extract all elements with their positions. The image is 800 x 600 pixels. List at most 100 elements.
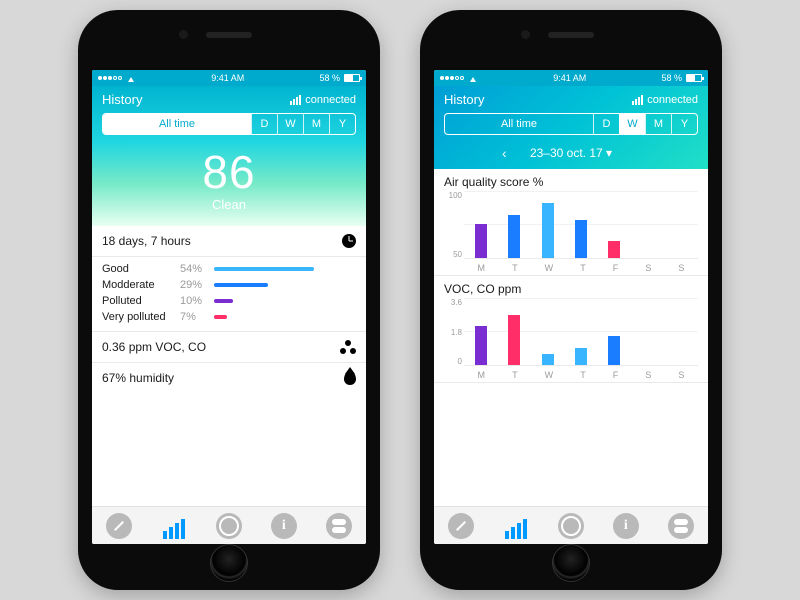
tab-gauge[interactable] bbox=[448, 513, 474, 539]
status-bar: 9:41 AM 58 % bbox=[92, 70, 366, 86]
chart-bar bbox=[574, 220, 588, 258]
legend-label: Very polluted bbox=[102, 311, 180, 323]
humidity-text: 67% humidity bbox=[102, 371, 174, 385]
tab-globe[interactable] bbox=[558, 513, 584, 539]
water-drop-icon bbox=[344, 371, 356, 385]
battery-icon bbox=[344, 74, 360, 82]
tab-settings[interactable] bbox=[326, 513, 352, 539]
page-title: History bbox=[444, 92, 484, 107]
tab-history[interactable] bbox=[503, 513, 529, 539]
status-time: 9:41 AM bbox=[553, 73, 586, 83]
x-tick: W bbox=[545, 370, 554, 380]
voc-row[interactable]: 0.36 ppm VOC, CO bbox=[92, 332, 366, 363]
home-button[interactable] bbox=[552, 544, 590, 582]
y-axis-labels: 10050 bbox=[444, 191, 462, 259]
x-tick: S bbox=[645, 263, 651, 273]
status-time: 9:41 AM bbox=[211, 73, 244, 83]
segment-day[interactable]: D bbox=[593, 114, 619, 134]
segment-week[interactable]: W bbox=[619, 114, 645, 134]
page-title: History bbox=[102, 92, 142, 107]
chart-bar bbox=[541, 354, 555, 365]
chart-title: VOC, CO ppm bbox=[444, 282, 698, 296]
segment-month[interactable]: M bbox=[303, 114, 329, 134]
legend-percent: 7% bbox=[180, 311, 214, 323]
tab-info[interactable] bbox=[271, 513, 297, 539]
legend-bar bbox=[214, 299, 233, 303]
y-axis-labels: 3.61.80 bbox=[444, 298, 462, 366]
battery-icon bbox=[686, 74, 702, 82]
chart-bar bbox=[541, 203, 555, 258]
legend-bar bbox=[214, 283, 268, 287]
chart-bar bbox=[507, 315, 521, 365]
molecule-icon bbox=[340, 340, 356, 354]
air-quality-label: Clean bbox=[92, 197, 366, 212]
segment-week[interactable]: W bbox=[277, 114, 303, 134]
x-tick: S bbox=[678, 370, 684, 380]
status-bar: 9:41 AM 58 % bbox=[434, 70, 708, 86]
x-tick: W bbox=[545, 263, 554, 273]
legend-percent: 54% bbox=[180, 263, 214, 275]
chart-block: Air quality score % 10050 M T W T F S S bbox=[434, 169, 708, 276]
tab-bar bbox=[92, 506, 366, 544]
segment-year[interactable]: Y bbox=[671, 114, 697, 134]
connected-label: connected bbox=[305, 94, 356, 106]
range-segmented-control[interactable]: All time D W M Y bbox=[444, 113, 698, 135]
connection-indicator: connected bbox=[632, 94, 698, 106]
phone-left: 9:41 AM 58 % History connected All time … bbox=[78, 10, 380, 590]
x-tick: T bbox=[580, 263, 586, 273]
tab-bar bbox=[434, 506, 708, 544]
duration-row[interactable]: 18 days, 7 hours bbox=[92, 226, 366, 257]
x-tick: F bbox=[613, 370, 619, 380]
legend-row: Very polluted7% bbox=[102, 309, 356, 325]
segment-year[interactable]: Y bbox=[329, 114, 355, 134]
home-button[interactable] bbox=[210, 544, 248, 582]
segment-all-time[interactable]: All time bbox=[445, 114, 593, 134]
prev-week-button[interactable]: ‹ bbox=[502, 145, 520, 161]
legend-bar bbox=[214, 315, 227, 319]
legend-row: Polluted10% bbox=[102, 293, 356, 309]
signal-bars-icon bbox=[290, 95, 301, 105]
range-segmented-control[interactable]: All time D W M Y bbox=[102, 113, 356, 135]
tab-gauge[interactable] bbox=[106, 513, 132, 539]
legend-label: Good bbox=[102, 263, 180, 275]
connection-indicator: connected bbox=[290, 94, 356, 106]
legend-bar bbox=[214, 267, 314, 271]
x-axis-labels: MTWTFSS bbox=[464, 263, 698, 273]
chart-plot bbox=[464, 298, 698, 366]
legend-row: Modderate29% bbox=[102, 277, 356, 293]
clock-icon bbox=[342, 234, 356, 248]
chart-plot bbox=[464, 191, 698, 259]
tab-settings[interactable] bbox=[668, 513, 694, 539]
legend-label: Modderate bbox=[102, 279, 180, 291]
x-tick: S bbox=[645, 370, 651, 380]
tab-history[interactable] bbox=[161, 513, 187, 539]
x-tick: S bbox=[678, 263, 684, 273]
chart-title: Air quality score % bbox=[444, 175, 698, 189]
x-tick: T bbox=[512, 370, 518, 380]
signal-dots-icon bbox=[440, 76, 464, 80]
segment-all-time[interactable]: All time bbox=[103, 114, 251, 134]
tab-info[interactable] bbox=[613, 513, 639, 539]
x-tick: M bbox=[478, 370, 486, 380]
tab-globe[interactable] bbox=[216, 513, 242, 539]
date-range-label[interactable]: 23–30 oct. 17 ▾ bbox=[530, 146, 612, 160]
signal-dots-icon bbox=[98, 76, 122, 80]
chart-bar bbox=[474, 326, 488, 365]
signal-bars-icon bbox=[632, 95, 643, 105]
chart-bar bbox=[507, 215, 521, 258]
battery-percent: 58 % bbox=[661, 73, 682, 83]
x-tick: T bbox=[512, 263, 518, 273]
legend-row: Good54% bbox=[102, 261, 356, 277]
chart-block: VOC, CO ppm3.61.80MTWTFSS bbox=[434, 276, 708, 383]
chart-bar bbox=[607, 336, 621, 365]
humidity-row[interactable]: 67% humidity bbox=[92, 363, 366, 393]
quality-breakdown: Good54%Modderate29%Polluted10%Very pollu… bbox=[92, 257, 366, 332]
chart-bar bbox=[574, 348, 588, 365]
legend-label: Polluted bbox=[102, 295, 180, 307]
chart-bar bbox=[607, 241, 621, 258]
x-tick: F bbox=[613, 263, 619, 273]
segment-day[interactable]: D bbox=[251, 114, 277, 134]
segment-month[interactable]: M bbox=[645, 114, 671, 134]
x-axis-labels: MTWTFSS bbox=[464, 370, 698, 380]
x-tick: M bbox=[478, 263, 486, 273]
